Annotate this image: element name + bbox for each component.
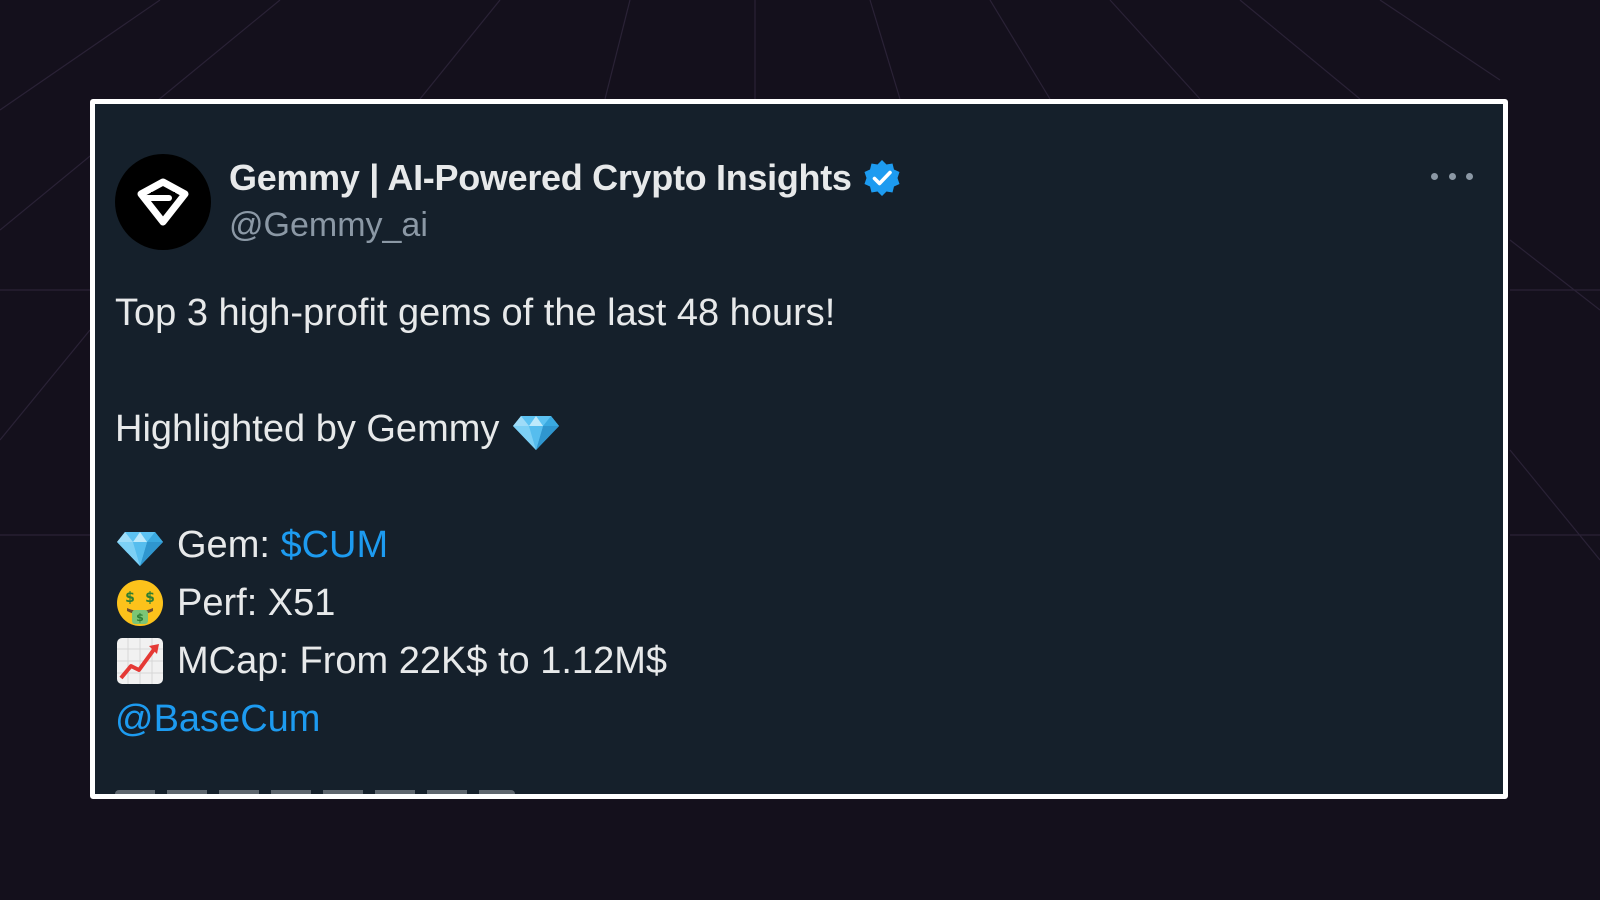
- svg-text:$: $: [145, 590, 155, 606]
- author-handle[interactable]: @Gemmy_ai: [229, 206, 428, 245]
- more-dot: [1448, 172, 1456, 180]
- more-dot: [1431, 172, 1438, 180]
- gem-icon: [513, 416, 560, 450]
- tweet-line-mention: @BaseCum: [115, 690, 1455, 748]
- verified-badge-icon: [864, 160, 900, 196]
- author-display-name[interactable]: Gemmy | AI-Powered Crypto Insights: [229, 157, 852, 199]
- mention-link[interactable]: @BaseCum: [115, 690, 320, 748]
- tweet-line-gem: Gem: $CUM: [115, 516, 1455, 574]
- gemmy-logo-icon: [137, 178, 189, 226]
- svg-text:$: $: [125, 590, 135, 606]
- more-options-icon[interactable]: [1431, 164, 1473, 188]
- cashtag-link[interactable]: $CUM: [280, 516, 388, 574]
- author-name-row[interactable]: Gemmy | AI-Powered Crypto Insights: [229, 156, 902, 200]
- svg-text:$: $: [136, 611, 144, 624]
- tweet-card[interactable]: Gemmy | AI-Powered Crypto Insights @Gemm…: [90, 99, 1508, 799]
- avatar[interactable]: [115, 154, 211, 250]
- gem-icon: [117, 532, 163, 566]
- chart-increasing-icon: [117, 638, 163, 684]
- tweet-line-mcap: MCap: From 22K$ to 1.12M$: [115, 632, 1455, 690]
- money-mouth-face-icon: $ $ $: [117, 580, 163, 626]
- truncated-text-hint: [115, 790, 515, 794]
- tweet-text: Top 3 high-profit gems of the last 48 ho…: [115, 284, 1455, 748]
- tweet-line-highlighted: Highlighted by Gemmy: [115, 400, 1455, 458]
- tweet-line-headline: Top 3 high-profit gems of the last 48 ho…: [115, 292, 836, 334]
- tweet-line-perf: $ $ $ Perf: X51: [115, 574, 1455, 632]
- more-dot: [1466, 172, 1473, 180]
